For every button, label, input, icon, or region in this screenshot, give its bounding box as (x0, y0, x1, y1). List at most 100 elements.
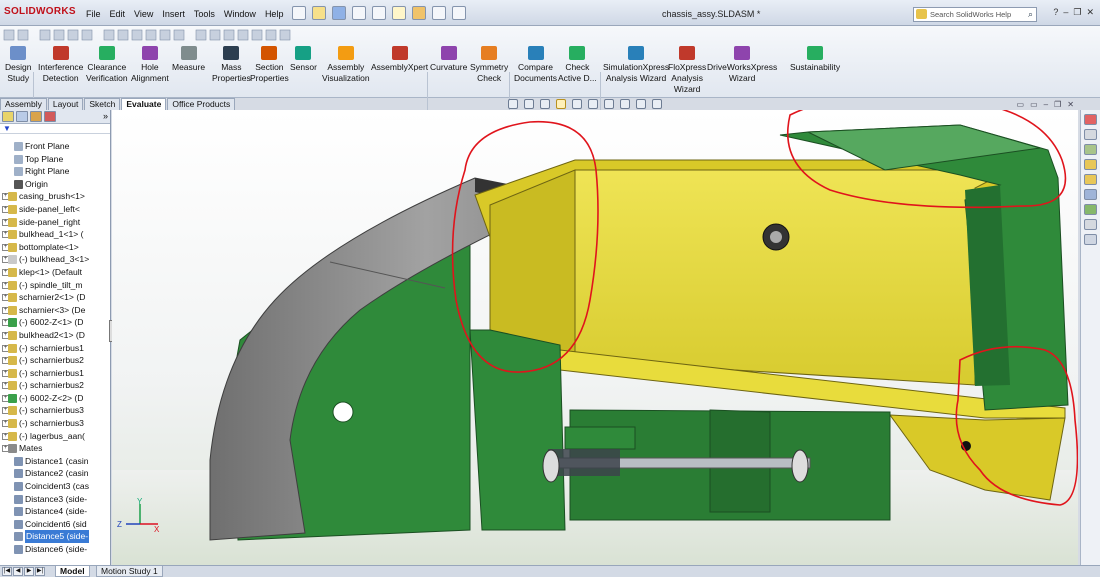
expand-panel-icon[interactable]: » (103, 111, 108, 122)
display-style-icon[interactable] (588, 99, 598, 109)
feature-tree-tab[interactable] (2, 111, 14, 122)
design-library-icon[interactable] (1084, 129, 1097, 140)
tree-item[interactable]: Coincident6 (sid (0, 518, 110, 531)
previous-view-icon[interactable] (540, 99, 550, 109)
ribbon-button-sensor[interactable]: Sensor (290, 46, 317, 73)
property-manager-tab[interactable] (16, 111, 28, 122)
ribbon-button-driveworksxpress[interactable]: DriveWorksXpress Wizard (707, 46, 777, 84)
menu-item-tools[interactable]: Tools (194, 9, 215, 19)
tree-item[interactable]: Coincident3 (cas (0, 480, 110, 493)
tree-item[interactable]: + (-) scharnierbus1 (0, 367, 110, 380)
menu-item-edit[interactable]: Edit (110, 9, 126, 19)
tree-item[interactable]: + (-) lagerbus_aan( (0, 430, 110, 443)
task-pane-icon[interactable] (1084, 219, 1097, 230)
edit-appearance-icon[interactable] (620, 99, 630, 109)
tree-item[interactable]: + (-) scharnierbus3 (0, 417, 110, 430)
close-button[interactable]: ✕ (1086, 7, 1094, 18)
undo-icon[interactable] (372, 6, 386, 20)
tree-item[interactable]: + scharnier<3> (De (0, 304, 110, 317)
viewport-restore-button[interactable]: ❐ (1054, 100, 1061, 109)
ribbon-button-hole[interactable]: Hole Alignment (131, 46, 169, 84)
hide-show-items-icon[interactable] (604, 99, 614, 109)
tree-item[interactable]: + klep<1> (Default (0, 266, 110, 279)
rebuild-icon[interactable] (412, 6, 426, 20)
menu-item-insert[interactable]: Insert (162, 9, 185, 19)
tree-item[interactable]: Distance6 (side- (0, 543, 110, 556)
print-icon[interactable] (352, 6, 366, 20)
tree-item[interactable]: Front Plane (0, 140, 110, 153)
tree-item[interactable]: + Mates (0, 442, 110, 455)
tab-layout[interactable]: Layout (47, 98, 84, 110)
view-orientation-icon[interactable] (572, 99, 582, 109)
help-icon[interactable]: ? (1053, 7, 1058, 18)
tree-item[interactable]: + (-) bulkhead_3<1> (0, 253, 110, 266)
ribbon-button-simulationxpress[interactable]: SimulationXpress Analysis Wizard (603, 46, 669, 84)
ribbon-button-measure[interactable]: Measure (172, 46, 205, 73)
ribbon-button-design[interactable]: Design Study (5, 46, 31, 84)
search-help-input[interactable]: Search SolidWorks Help ⌕ (913, 7, 1037, 22)
solidworks-resources-icon[interactable] (1084, 114, 1097, 125)
tree-item[interactable]: Distance2 (casin (0, 467, 110, 480)
open-document-icon[interactable] (312, 6, 326, 20)
tree-item[interactable]: Distance3 (side- (0, 493, 110, 506)
graphics-area[interactable] (112, 110, 1078, 565)
previous-tab-icon[interactable]: ◀ (13, 567, 23, 576)
tab-office-products[interactable]: Office Products (167, 98, 236, 110)
ribbon-button-sustainability[interactable]: Sustainability (790, 46, 840, 73)
apply-scene-icon[interactable] (636, 99, 646, 109)
zoom-to-fit-icon[interactable] (508, 99, 518, 109)
tree-item[interactable]: + casing_brush<1> (0, 190, 110, 203)
menu-item-help[interactable]: Help (265, 9, 284, 19)
file-properties-icon[interactable] (432, 6, 446, 20)
menu-item-view[interactable]: View (134, 9, 153, 19)
options-icon[interactable] (452, 6, 466, 20)
ribbon-button-assemblyxpert[interactable]: AssemblyXpert (371, 46, 428, 73)
section-view-icon[interactable] (556, 99, 566, 109)
ribbon-button-interference[interactable]: Interference Detection (38, 46, 83, 84)
ribbon-button-curvature[interactable]: Curvature (430, 46, 467, 73)
ribbon-button-assembly[interactable]: Assembly Visualization (322, 46, 370, 84)
menu-item-window[interactable]: Window (224, 9, 256, 19)
tree-item[interactable]: + side-panel_left< (0, 203, 110, 216)
tree-item[interactable]: + (-) scharnierbus3 (0, 404, 110, 417)
appearances-icon[interactable] (1084, 174, 1097, 185)
tree-item[interactable]: + scharnier2<1> (D (0, 291, 110, 304)
search-results-icon[interactable] (1084, 204, 1097, 215)
first-tab-icon[interactable]: |◀ (2, 567, 12, 576)
tree-item[interactable]: + (-) scharnierbus1 (0, 342, 110, 355)
bottom-tab-motion-study-1[interactable]: Motion Study 1 (96, 566, 163, 577)
ribbon-button-floxpress[interactable]: FloXpress Analysis Wizard (668, 46, 706, 95)
bottom-tab-model[interactable]: Model (55, 566, 90, 577)
ribbon-button-clearance[interactable]: Clearance Verification (86, 46, 128, 84)
tree-item[interactable]: + (-) 6002-Z<2> (D (0, 392, 110, 405)
file-explorer-icon[interactable] (1084, 144, 1097, 155)
task-pane-icon[interactable] (1084, 234, 1097, 245)
tab-sketch[interactable]: Sketch (84, 98, 121, 110)
tree-item[interactable]: Origin (0, 178, 110, 191)
select-icon[interactable] (392, 6, 406, 20)
viewport-close-button[interactable]: ✕ (1067, 100, 1074, 109)
tree-item[interactable]: + (-) spindle_tilt_m (0, 279, 110, 292)
configuration-manager-tab[interactable] (30, 111, 42, 122)
tree-item[interactable]: + (-) scharnierbus2 (0, 354, 110, 367)
ribbon-button-compare[interactable]: Compare Documents (514, 46, 557, 84)
tab-evaluate[interactable]: Evaluate (121, 98, 167, 110)
tree-item[interactable]: Distance5 (side- (0, 530, 110, 543)
tab-assembly[interactable]: Assembly (0, 98, 47, 110)
tree-item[interactable]: Distance4 (side- (0, 505, 110, 518)
tree-item[interactable]: + side-panel_right (0, 216, 110, 229)
ribbon-button-section[interactable]: Section Properties (250, 46, 289, 84)
viewport-minimize-button[interactable]: – (1044, 100, 1048, 109)
view-settings-icon[interactable] (652, 99, 662, 109)
last-tab-icon[interactable]: ▶| (35, 567, 45, 576)
save-icon[interactable] (332, 6, 346, 20)
tree-item[interactable]: Top Plane (0, 153, 110, 166)
restore-button[interactable]: ❐ (1073, 7, 1081, 18)
tree-item[interactable]: Right Plane (0, 165, 110, 178)
viewport-split-icon[interactable]: ▭ (1030, 100, 1038, 109)
ribbon-button-check[interactable]: Check Active D... (558, 46, 597, 84)
ribbon-button-symmetry[interactable]: Symmetry Check (470, 46, 508, 84)
ribbon-button-mass[interactable]: Mass Properties (212, 46, 251, 84)
minimize-button[interactable]: – (1063, 7, 1068, 18)
view-palette-icon[interactable] (1084, 159, 1097, 170)
